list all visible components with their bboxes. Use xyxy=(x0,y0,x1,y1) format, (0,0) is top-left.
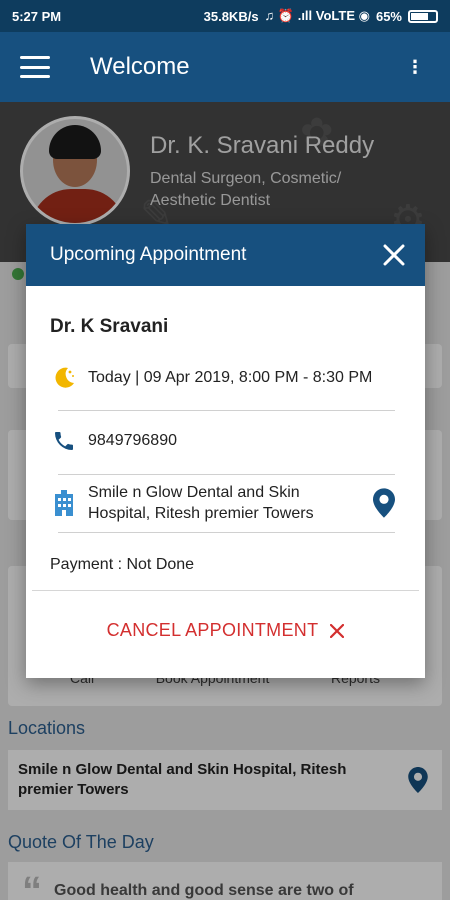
divider xyxy=(58,532,395,533)
location-pin-icon[interactable] xyxy=(373,488,395,518)
network-speed: 35.8KB/s xyxy=(203,8,259,24)
payment-status: Payment : Not Done xyxy=(50,556,195,573)
dialog-title: Upcoming Appointment xyxy=(50,244,247,265)
hospital-icon xyxy=(50,489,78,517)
status-icons: ♫ ⏰ .ıll VoLTE ◉ xyxy=(264,8,370,23)
battery-icon xyxy=(408,9,438,23)
phone-number[interactable]: 9849796890 xyxy=(88,432,177,450)
app-bar: Welcome ⋮ xyxy=(0,32,450,102)
appointment-doctor-name: Dr. K Sravani xyxy=(50,316,169,337)
divider xyxy=(58,474,395,475)
phone-row[interactable]: 9849796890 xyxy=(50,427,395,455)
close-icon[interactable] xyxy=(383,244,405,266)
cancel-appointment-label: CANCEL APPOINTMENT xyxy=(106,620,319,640)
status-time: 5:27 PM xyxy=(12,8,62,24)
status-bar: 5:27 PM 35.8KB/s ♫ ⏰ .ıll VoLTE ◉ 65% xyxy=(0,0,450,32)
upcoming-appointment-dialog: Upcoming Appointment Dr. K Sravani Today… xyxy=(26,224,425,678)
moon-icon xyxy=(50,364,78,392)
divider xyxy=(58,410,395,411)
cancel-appointment-button[interactable]: CANCEL APPOINTMENT xyxy=(26,620,425,641)
address-line: Hospital, Ritesh premier Towers xyxy=(88,505,314,522)
kebab-icon[interactable]: ⋮ xyxy=(406,57,424,78)
battery-percent: 65% xyxy=(375,8,402,24)
dialog-header: Upcoming Appointment xyxy=(26,224,425,286)
menu-icon[interactable] xyxy=(20,56,50,78)
phone-icon xyxy=(50,427,78,455)
appointment-datetime: Today | 09 Apr 2019, 8:00 PM - 8:30 PM xyxy=(88,369,373,386)
close-button[interactable] xyxy=(363,224,425,286)
address-line: Smile n Glow Dental and Skin xyxy=(88,484,300,501)
address-row: Smile n Glow Dental and Skin Hospital, R… xyxy=(50,482,395,524)
cancel-x-icon xyxy=(330,623,345,638)
app-bar-title: Welcome xyxy=(90,53,190,80)
divider xyxy=(32,590,419,591)
appointment-datetime-row: Today | 09 Apr 2019, 8:00 PM - 8:30 PM xyxy=(50,364,395,392)
hospital-address: Smile n Glow Dental and Skin Hospital, R… xyxy=(88,482,314,524)
